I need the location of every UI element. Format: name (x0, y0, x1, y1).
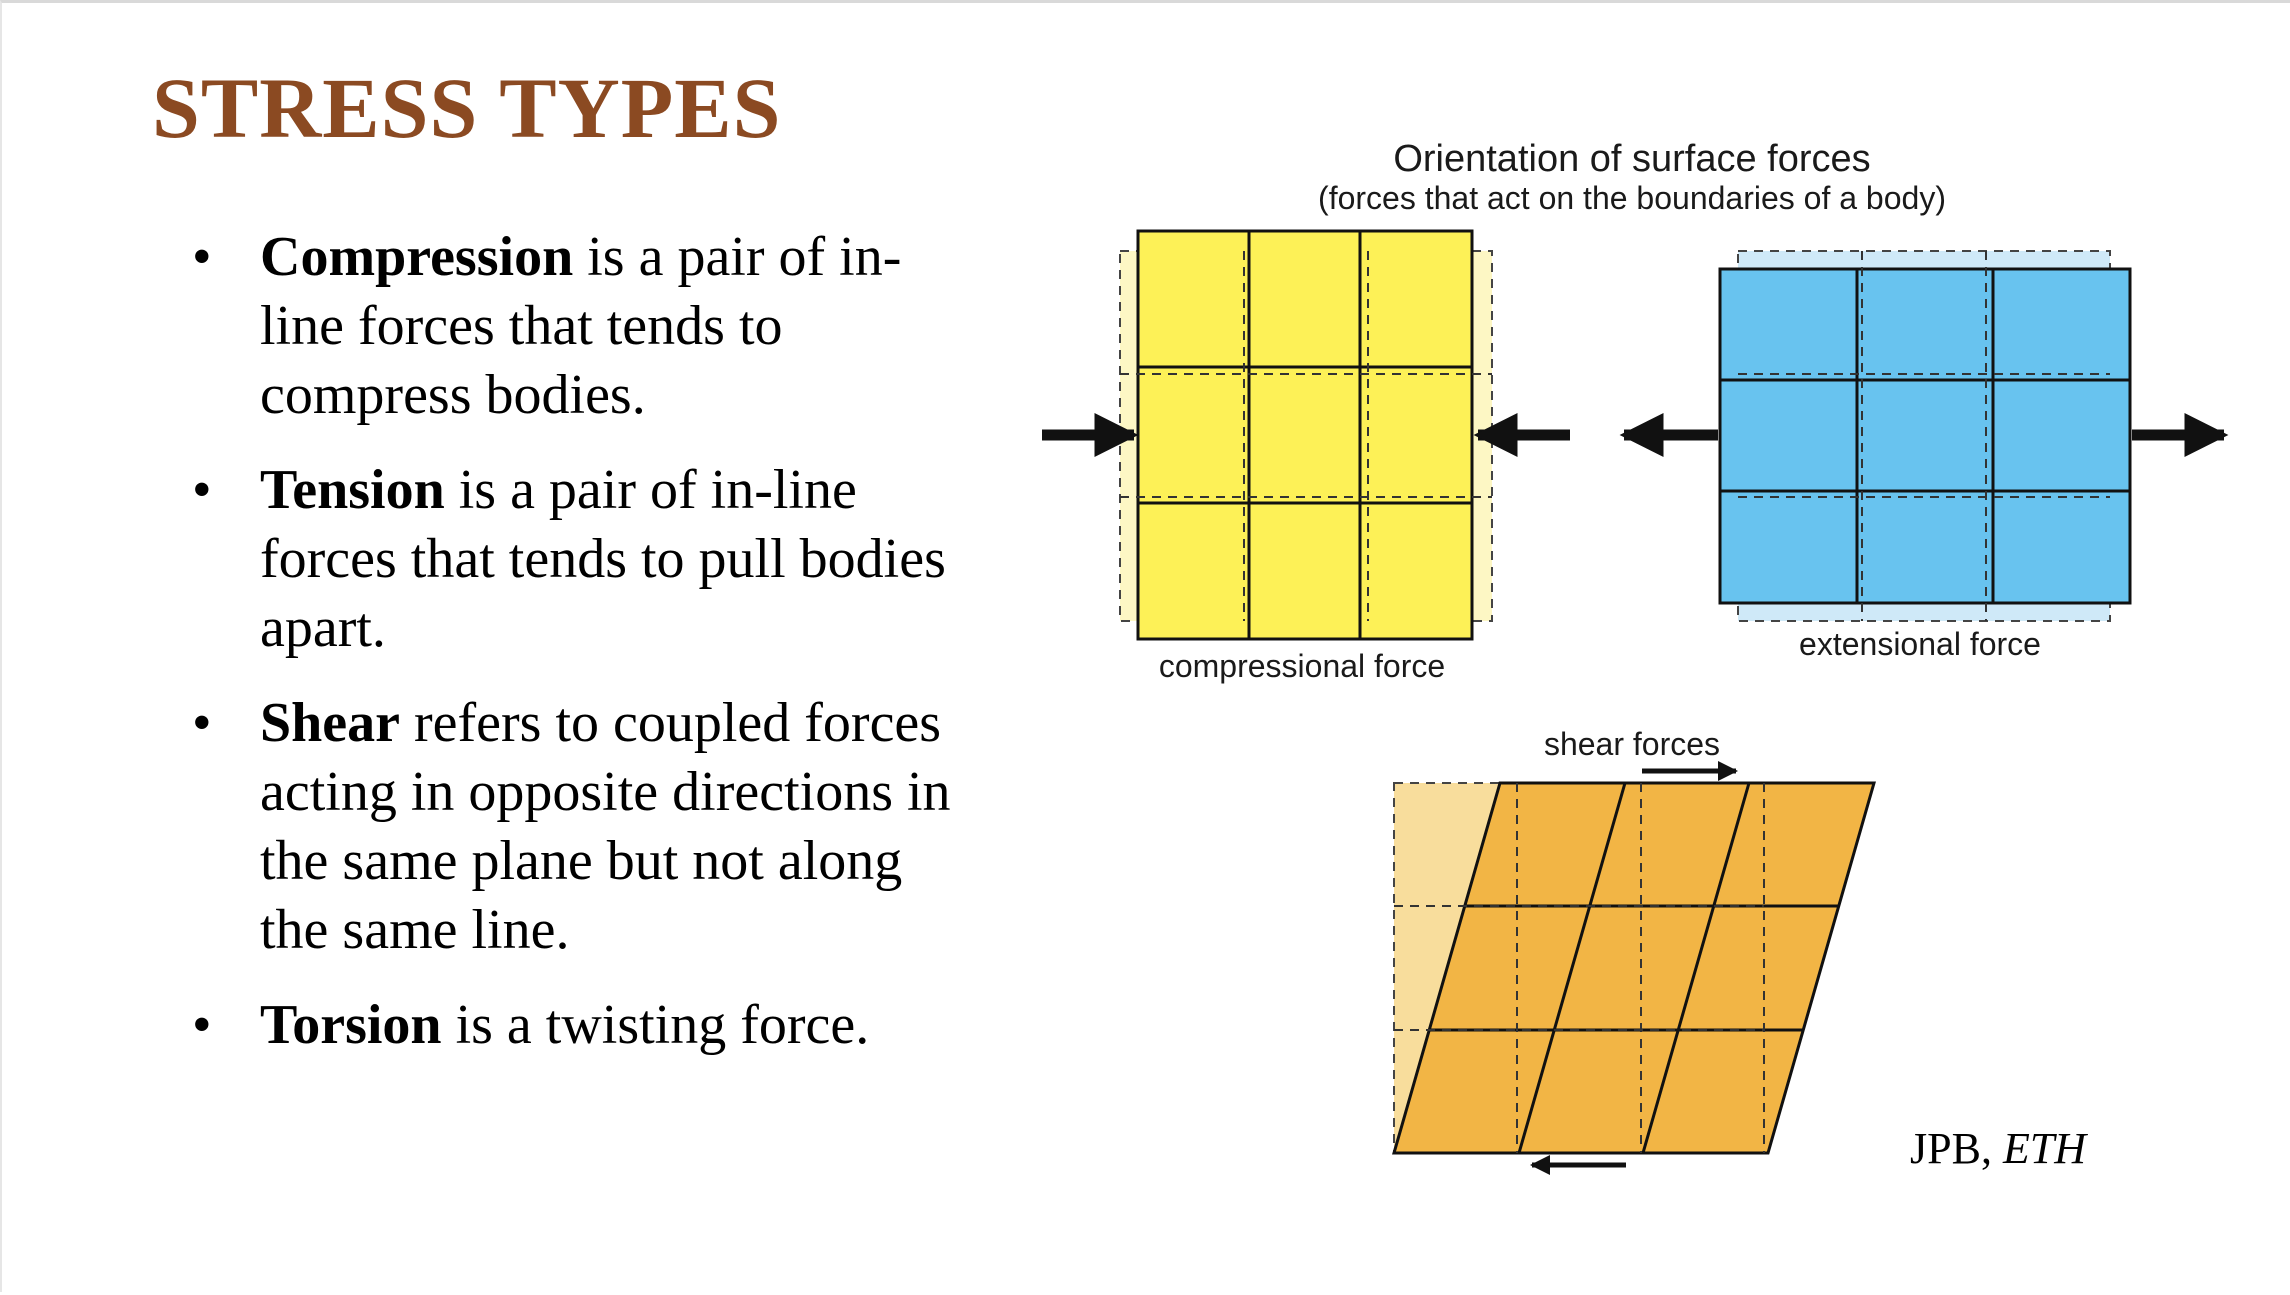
figure-heading: Orientation of surface forces (1393, 138, 1870, 180)
image-credit: JPB, ETH (1910, 1123, 2086, 1174)
credit-institution: ETH (2002, 1124, 2087, 1173)
figure-subheading: (forces that act on the boundaries of a … (1318, 180, 1946, 216)
credit-author: JPB, (1910, 1124, 2003, 1173)
compression-block: compressional force (1042, 229, 1570, 684)
shear-block: shear forces (1392, 726, 1876, 1175)
shear-label: shear forces (1544, 726, 1720, 762)
extension-fill (1718, 267, 2132, 605)
extension-label: extensional force (1799, 626, 2041, 662)
compression-fill (1136, 229, 1474, 641)
slide: STRESS TYPES • Compression is a pair of … (0, 0, 2290, 1292)
stress-diagram: Orientation of surface forces (forces th… (1042, 138, 2229, 1175)
extension-block: extensional force (1619, 250, 2229, 662)
compression-label: compressional force (1159, 648, 1445, 684)
